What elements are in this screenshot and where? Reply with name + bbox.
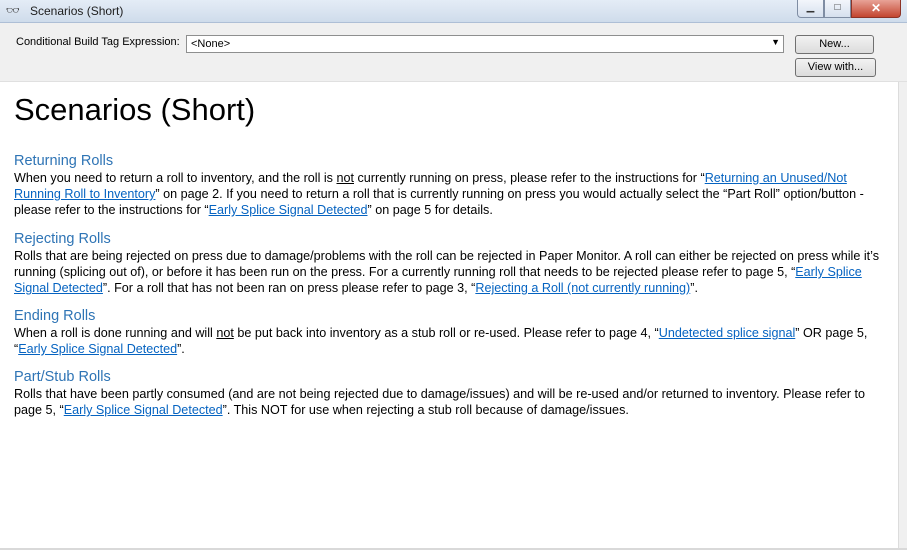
body-text: Rolls that are being rejected on press d… <box>14 249 880 279</box>
section-heading: Rejecting Rolls <box>14 231 111 247</box>
section-heading: Returning Rolls <box>14 153 114 169</box>
toolbar: Conditional Build Tag Expression: <None>… <box>0 23 907 82</box>
page-title: Scenarios (Short) <box>14 92 256 127</box>
conditional-build-tag-label: Conditional Build Tag Expression: <box>16 36 180 48</box>
body-text: ”. <box>177 342 185 356</box>
close-button[interactable]: ✕ <box>851 0 901 18</box>
link-early-splice-signal[interactable]: Early Splice Signal Detected <box>209 203 368 217</box>
link-rejecting-a-roll[interactable]: Rejecting a Roll (not currently running) <box>475 281 690 295</box>
window-title: Scenarios (Short) <box>30 4 124 18</box>
section-rejecting-rolls: Rejecting Rolls Rolls that are being rej… <box>14 230 892 296</box>
chevron-down-icon[interactable]: ▼ <box>771 37 780 47</box>
window-title-bar[interactable]: 👓︎ Scenarios (Short) ▁ □ ✕ <box>0 0 907 23</box>
body-text: ”. This NOT for use when rejecting a stu… <box>222 403 629 417</box>
body-text: When a roll is done running and will <box>14 326 217 340</box>
underlined-text: not <box>336 171 354 185</box>
body-text: ” on page 5 for details. <box>367 203 493 217</box>
maximize-button[interactable]: □ <box>824 0 851 18</box>
conditional-build-tag-value: <None> <box>191 38 231 50</box>
section-body: When a roll is done running and will not… <box>14 325 892 357</box>
link-early-splice-signal[interactable]: Early Splice Signal Detected <box>64 403 223 417</box>
view-with-button[interactable]: View with... <box>795 58 876 77</box>
body-text: ”. <box>690 281 698 295</box>
body-text: currently running on press, please refer… <box>354 171 705 185</box>
document-content[interactable]: Scenarios (Short) Returning Rolls When y… <box>0 82 898 548</box>
link-early-splice-signal[interactable]: Early Splice Signal Detected <box>18 342 177 356</box>
body-text: ”. For a roll that has not been ran on p… <box>102 281 476 295</box>
glasses-icon: 👓︎ <box>6 5 20 17</box>
underlined-text: not <box>216 326 234 340</box>
new-button[interactable]: New... <box>795 35 874 54</box>
section-part-stub-rolls: Part/Stub Rolls Rolls that have been par… <box>14 368 892 418</box>
link-undetected-splice-signal[interactable]: Undetected splice signal <box>659 326 796 340</box>
conditional-build-tag-select[interactable]: <None> ▼ <box>186 35 784 53</box>
body-text: When you need to return a roll to invent… <box>14 171 337 185</box>
section-ending-rolls: Ending Rolls When a roll is done running… <box>14 307 892 357</box>
section-heading: Ending Rolls <box>14 308 96 324</box>
section-body: Rolls that are being rejected on press d… <box>14 248 892 296</box>
section-body: Rolls that have been partly consumed (an… <box>14 386 892 418</box>
section-heading: Part/Stub Rolls <box>14 369 111 385</box>
section-returning-rolls: Returning Rolls When you need to return … <box>14 152 892 218</box>
minimize-button[interactable]: ▁ <box>797 0 824 18</box>
section-body: When you need to return a roll to invent… <box>14 170 892 218</box>
body-text: be put back into inventory as a stub rol… <box>233 326 659 340</box>
vertical-scrollbar[interactable] <box>898 82 907 548</box>
